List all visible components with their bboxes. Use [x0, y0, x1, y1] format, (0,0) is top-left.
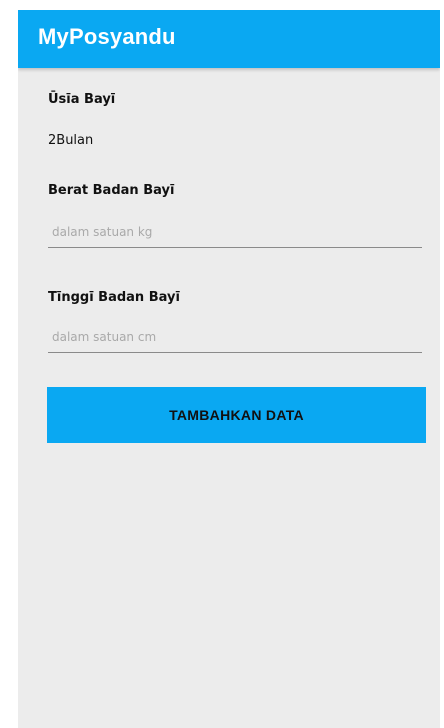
weight-label: Berat Badan Bayī: [48, 183, 175, 198]
add-data-button[interactable]: TAMBAHKAN DATA: [47, 387, 426, 443]
age-label: Ūsīa Bayī: [48, 92, 116, 107]
age-value: 2Bulan: [48, 133, 94, 148]
app-screen: MyPosyandu Ūsīa Bayī 2Bulan Berat Badan …: [18, 10, 440, 728]
app-bar: MyPosyandu: [18, 10, 440, 68]
height-label: Tīnggī Badan Bayī: [48, 290, 180, 305]
weight-input[interactable]: [48, 216, 422, 248]
app-title: MyPosyandu: [38, 24, 176, 49]
height-input[interactable]: [48, 321, 422, 353]
